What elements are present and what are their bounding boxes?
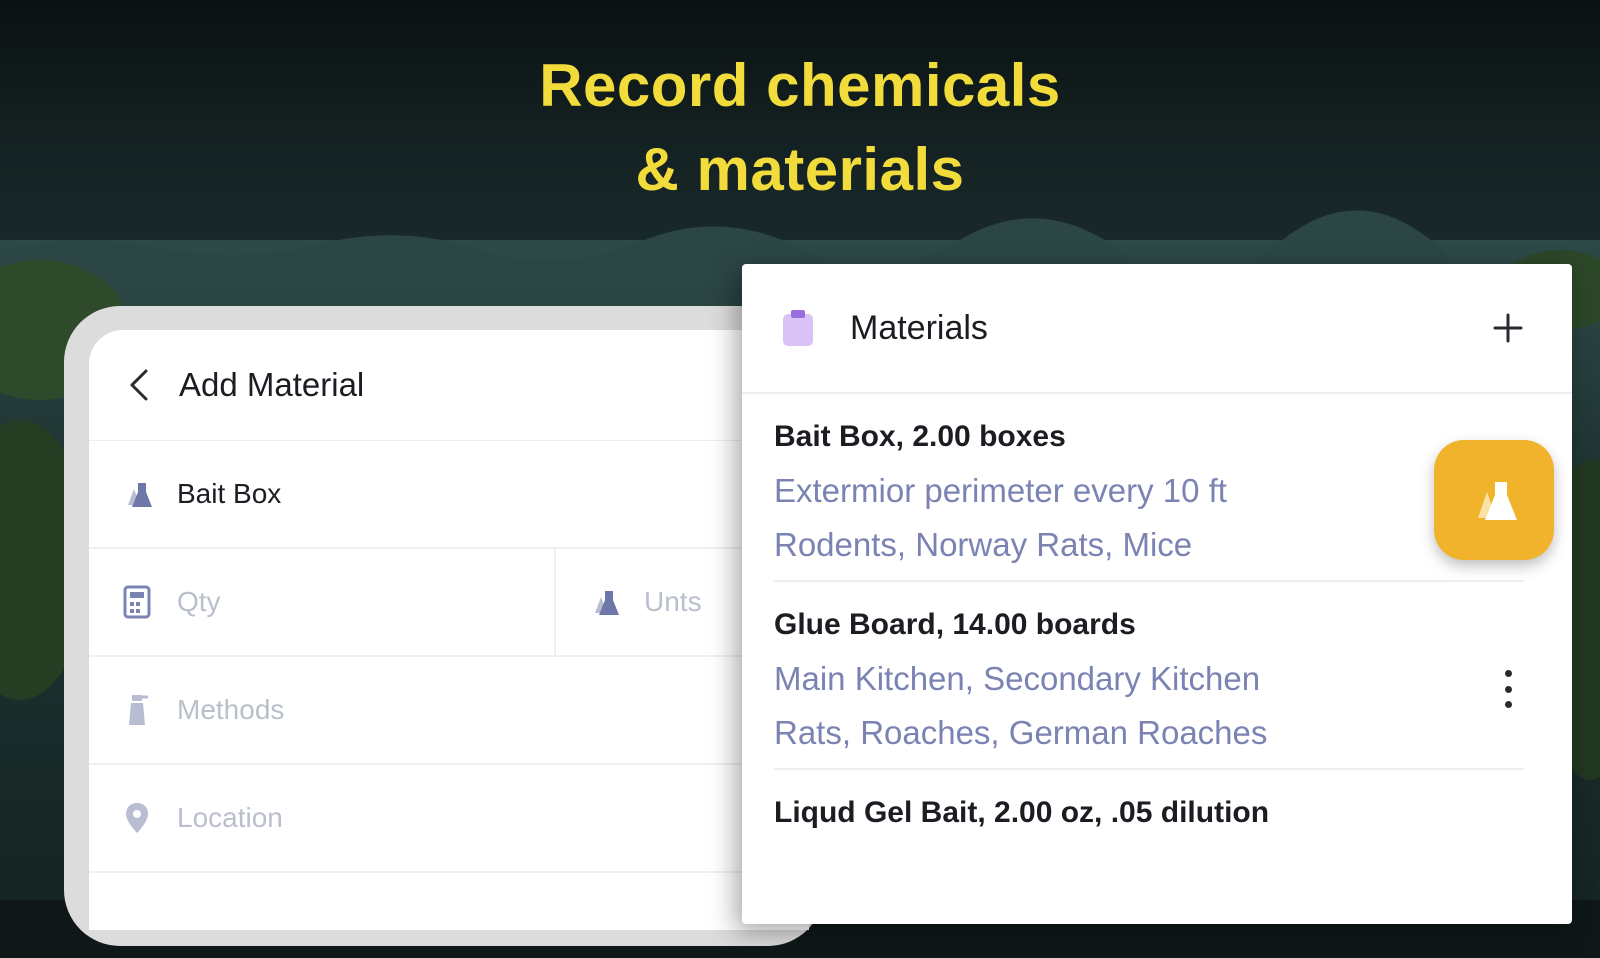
plus-icon <box>1493 313 1523 343</box>
add-material-screen: Add Material Bait Box Qty Unts Methods L… <box>89 330 809 930</box>
material-name: Bait Box, 2.00 boxes <box>774 420 1066 453</box>
headline-line-2: & materials <box>635 136 965 203</box>
location-field[interactable]: Location <box>89 765 809 873</box>
list-item[interactable]: Glue Board, 14.00 boards Main Kitchen, S… <box>774 582 1524 770</box>
methods-field[interactable]: Methods <box>89 657 809 765</box>
add-material-button[interactable] <box>1486 306 1530 350</box>
list-item[interactable]: Bait Box, 2.00 boxes Extermior perimeter… <box>774 394 1524 582</box>
calculator-icon <box>117 582 157 622</box>
material-targets: Rodents, Norway Rats, Mice <box>774 526 1193 563</box>
clipboard-icon <box>783 310 813 346</box>
qty-placeholder: Qty <box>177 586 221 617</box>
flask-icon <box>1475 480 1517 520</box>
material-name: Liqud Gel Bait, 2.00 oz, .05 dilution <box>774 796 1270 829</box>
kebab-dot <box>1504 670 1512 677</box>
materials-panel: Materials Bait Box, 2.00 boxes Extermior… <box>742 264 1572 924</box>
location-pin-icon <box>117 798 157 838</box>
material-field[interactable]: Bait Box <box>89 441 809 549</box>
material-location: Main Kitchen, Secondary Kitchen <box>774 660 1261 697</box>
list-item[interactable]: Liqud Gel Bait, 2.00 oz, .05 dilution <box>774 770 1524 958</box>
location-placeholder: Location <box>177 802 283 833</box>
kebab-dot <box>1504 701 1512 708</box>
materials-title: Materials <box>850 308 988 347</box>
materials-header: Materials <box>742 264 1572 394</box>
add-chemical-fab[interactable] <box>1434 440 1554 560</box>
material-value: Bait Box <box>177 478 282 509</box>
flask-icon <box>584 582 624 622</box>
page-title: Add Material <box>179 366 365 403</box>
material-location: Extermior perimeter every 10 ft <box>774 472 1227 509</box>
more-options-button[interactable] <box>1488 664 1528 714</box>
kebab-dot <box>1504 685 1512 693</box>
chevron-left-icon <box>130 369 148 401</box>
spray-bottle-icon <box>117 690 157 730</box>
methods-placeholder: Methods <box>177 694 285 725</box>
qty-field[interactable]: Qty <box>89 549 556 655</box>
material-targets: Rats, Roaches, German Roaches <box>774 714 1268 751</box>
add-material-header: Add Material <box>89 330 809 441</box>
material-name: Glue Board, 14.00 boards <box>774 608 1136 641</box>
quantity-row: Qty Unts <box>89 549 809 657</box>
headline-line-1: Record chemicals <box>539 52 1061 119</box>
units-placeholder: Unts <box>644 586 702 617</box>
back-button[interactable] <box>109 355 169 415</box>
headline: Record chemicals & materials <box>0 44 1600 212</box>
flask-icon <box>117 474 157 514</box>
